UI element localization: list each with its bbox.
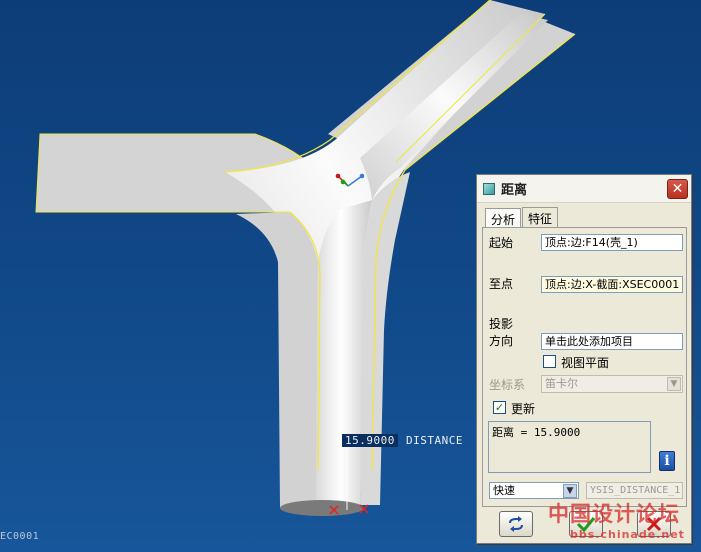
leg-bottom-face xyxy=(280,500,364,516)
checkmark-icon xyxy=(576,517,596,532)
direction-label: 方向 xyxy=(489,334,514,348)
projection-label: 投影 xyxy=(489,317,514,331)
analysis-name-field[interactable]: YSIS_DISTANCE_1 xyxy=(586,482,683,499)
to-field[interactable]: 顶点:边:X-截面:XSEC0001 xyxy=(541,276,683,293)
mode-value: 快速 xyxy=(493,484,515,497)
view-plane-label: 视图平面 xyxy=(561,356,610,370)
triad-y-dot xyxy=(340,179,346,185)
chevron-down-icon: ▼ xyxy=(563,484,577,498)
repeat-button[interactable] xyxy=(499,511,533,537)
ok-button[interactable] xyxy=(569,511,603,537)
chevron-down-icon: ▼ xyxy=(667,377,681,391)
direction-field[interactable]: 单击此处添加项目 xyxy=(541,333,683,350)
mode-select[interactable]: 快速 ▼ xyxy=(489,482,579,499)
info-icon[interactable]: i xyxy=(659,451,675,471)
coord-system-label: 坐标系 xyxy=(489,378,526,392)
close-button[interactable]: ✕ xyxy=(667,179,688,199)
result-text-area[interactable]: 距离 = 15.9000 xyxy=(488,421,651,473)
close-icon: ✕ xyxy=(671,181,684,197)
result-text: 距离 = 15.9000 xyxy=(492,426,581,439)
distance-value-label: 15.9000 xyxy=(342,434,398,447)
to-label: 至点 xyxy=(489,277,514,291)
view-plane-checkbox[interactable] xyxy=(543,355,556,368)
section-label: EC0001 xyxy=(0,531,40,542)
from-field[interactable]: 顶点:边:F14(壳_1) xyxy=(541,234,683,251)
analysis-panel: 起始 顶点:边:F14(壳_1) 至点 顶点:边:X-截面:XSEC0001 投… xyxy=(482,227,687,507)
coord-system-select[interactable]: 笛卡尔 ▼ xyxy=(541,375,683,393)
down-leg xyxy=(236,212,318,508)
repeat-icon xyxy=(509,516,523,532)
distance-tag-label: DISTANCE xyxy=(406,434,463,447)
distance-dialog: 距离 ✕ 分析 特征 起始 顶点:边:F14(壳_1) 至点 顶点:边:X-截面… xyxy=(476,174,692,544)
dialog-title: 距离 xyxy=(501,183,528,198)
update-checkbox[interactable]: ✓ xyxy=(493,401,506,414)
analysis-icon xyxy=(483,182,495,195)
cancel-button[interactable] xyxy=(637,511,671,537)
coord-system-value: 笛卡尔 xyxy=(545,377,578,390)
from-label: 起始 xyxy=(489,236,514,250)
triad-x-dot xyxy=(335,173,341,179)
dialog-titlebar[interactable]: 距离 ✕ xyxy=(477,175,691,203)
update-label: 更新 xyxy=(511,402,536,416)
x-icon xyxy=(646,516,662,532)
triad-z-dot xyxy=(359,173,365,179)
